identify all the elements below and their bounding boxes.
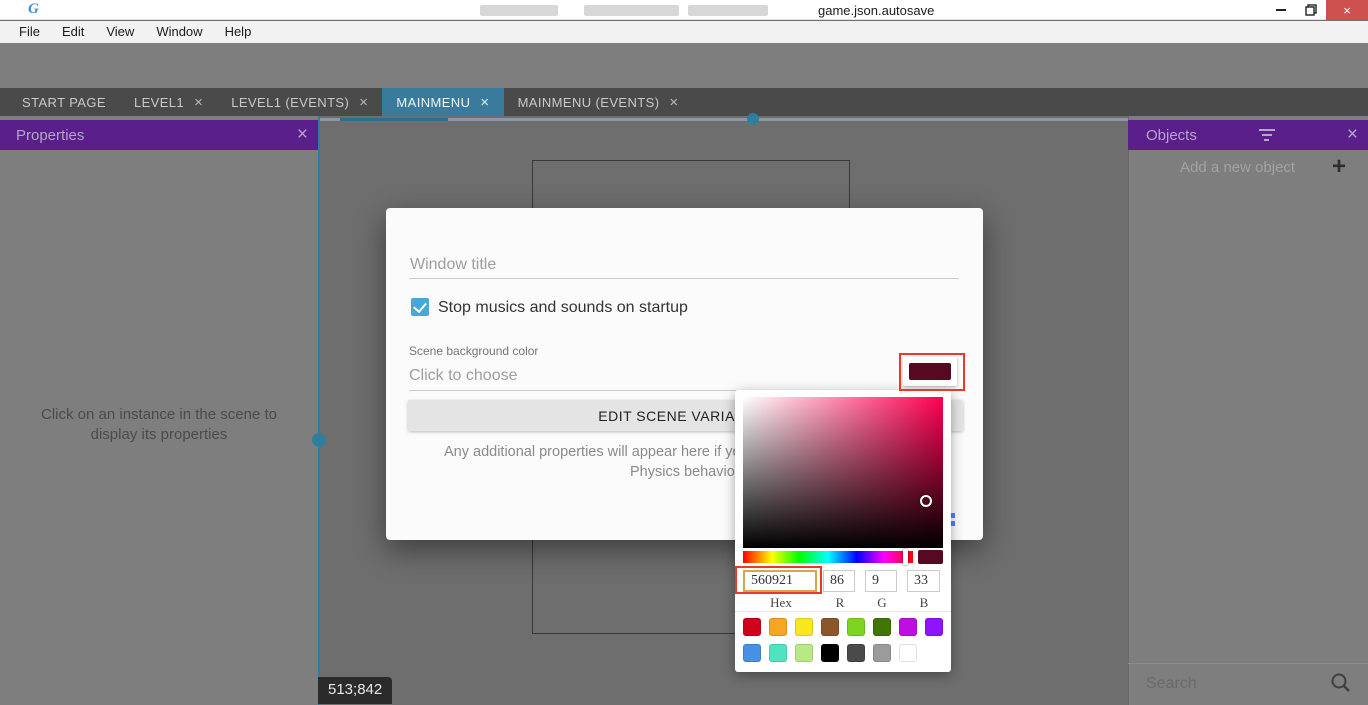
picker-divider [735, 611, 951, 612]
preset-swatch[interactable] [873, 644, 891, 662]
close-icon: × [1343, 3, 1351, 18]
objects-search-row [1128, 663, 1368, 705]
stop-music-label: Stop musics and sounds on startup [438, 299, 688, 317]
hue-slider-handle[interactable] [903, 549, 908, 565]
close-icon[interactable]: × [1337, 124, 1368, 146]
redacted-text-block [584, 5, 679, 16]
preset-swatch[interactable] [847, 644, 865, 662]
b-label: B [907, 595, 941, 611]
annotation-hex-highlight [735, 566, 822, 594]
close-button[interactable]: × [1326, 0, 1368, 20]
current-color-preview [918, 550, 943, 564]
hue-slider[interactable] [743, 551, 913, 563]
saturation-cursor[interactable] [920, 495, 932, 507]
tab-level1-events[interactable]: LEVEL1 (EVENTS) × [217, 88, 382, 116]
annotation-swatch-highlight [899, 353, 965, 391]
properties-panel-header: Properties × [0, 120, 318, 150]
properties-empty-message: Click on an instance in the scene to dis… [19, 405, 299, 445]
add-object-label: Add a new object [1180, 159, 1295, 176]
tab-label: LEVEL1 (EVENTS) [231, 95, 349, 110]
window-title: game.json.autosave [818, 3, 934, 18]
add-object-row: Add a new object + [1128, 152, 1368, 182]
preset-swatch[interactable] [847, 618, 865, 636]
scrollbar-drag-handle[interactable] [747, 113, 759, 125]
background-color-field[interactable]: Click to choose [409, 367, 518, 385]
menu-bar: File Edit View Window Help [0, 21, 1368, 43]
menu-window[interactable]: Window [145, 21, 213, 43]
tab-close-icon[interactable]: × [669, 95, 678, 110]
preset-swatch[interactable] [925, 618, 943, 636]
blue-input[interactable] [907, 570, 940, 592]
filter-icon[interactable] [1255, 129, 1279, 141]
tab-level1[interactable]: LEVEL1 × [120, 88, 217, 116]
redacted-text-block [688, 5, 768, 16]
preset-swatch[interactable] [821, 644, 839, 662]
preset-swatch[interactable] [821, 618, 839, 636]
close-icon[interactable]: × [287, 124, 318, 146]
preset-swatch[interactable] [769, 618, 787, 636]
window-title-field[interactable]: Window title [410, 256, 496, 274]
preset-swatch[interactable] [795, 618, 813, 636]
tab-close-icon[interactable]: × [359, 95, 368, 110]
g-label: G [865, 595, 899, 611]
objects-panel-header: Objects × [1128, 120, 1368, 150]
tab-label: MAINMENU [396, 95, 470, 110]
tab-start-page[interactable]: START PAGE [8, 88, 120, 116]
tab-mainmenu[interactable]: MAINMENU × [382, 88, 503, 116]
menu-edit[interactable]: Edit [51, 21, 95, 43]
dialog-helper-text: Physics behavio [630, 464, 735, 480]
properties-panel-title: Properties [16, 127, 84, 144]
dialog-helper-text: Any additional properties will appear he… [444, 444, 741, 460]
menu-help[interactable]: Help [214, 21, 263, 43]
r-label: R [823, 595, 857, 611]
horizontal-scrollbar-thumb[interactable] [340, 118, 448, 121]
saturation-area[interactable] [743, 397, 943, 548]
tab-label: START PAGE [22, 95, 106, 110]
background-color-label: Scene background color [409, 344, 538, 358]
title-bar: G game.json.autosave × [0, 0, 1368, 20]
objects-panel [1128, 116, 1368, 705]
preset-swatch[interactable] [899, 644, 917, 662]
tab-close-icon[interactable]: × [194, 95, 203, 110]
preset-swatch[interactable] [873, 618, 891, 636]
color-picker-popup: Hex R G B [735, 390, 951, 672]
preset-swatch[interactable] [899, 618, 917, 636]
stop-music-checkbox[interactable] [411, 298, 429, 316]
cursor-coordinates-badge: 513;842 [318, 677, 392, 704]
toolbar: 1:1 [0, 43, 1368, 88]
restore-button[interactable] [1296, 0, 1326, 20]
gdevelop-window: G game.json.autosave × File Edit View Wi… [0, 0, 1368, 705]
objects-panel-title: Objects [1146, 127, 1197, 144]
tab-bar: START PAGE LEVEL1 × LEVEL1 (EVENTS) × MA… [0, 88, 1368, 116]
green-input[interactable] [865, 570, 897, 592]
tab-close-icon[interactable]: × [480, 95, 489, 110]
preset-swatch[interactable] [743, 644, 761, 662]
minimize-button[interactable] [1266, 0, 1296, 20]
preset-swatch[interactable] [743, 618, 761, 636]
preset-swatch[interactable] [795, 644, 813, 662]
gdevelop-logo-icon: G [28, 1, 39, 18]
add-object-button[interactable]: + [1332, 155, 1346, 179]
search-icon [1330, 672, 1352, 694]
search-input[interactable] [1146, 672, 1316, 696]
redacted-text-block [480, 5, 558, 16]
field-underline [409, 278, 959, 279]
preset-swatch[interactable] [769, 644, 787, 662]
restore-icon [1305, 4, 1317, 16]
menu-file[interactable]: File [8, 21, 51, 43]
tab-mainmenu-events[interactable]: MAINMENU (EVENTS) × [504, 88, 693, 116]
minimize-icon [1276, 9, 1286, 11]
tab-label: LEVEL1 [134, 95, 184, 110]
tab-label: MAINMENU (EVENTS) [518, 95, 660, 110]
hex-label: Hex [743, 595, 819, 611]
red-input[interactable] [823, 570, 855, 592]
divider-drag-handle[interactable] [312, 433, 326, 447]
menu-view[interactable]: View [95, 21, 145, 43]
